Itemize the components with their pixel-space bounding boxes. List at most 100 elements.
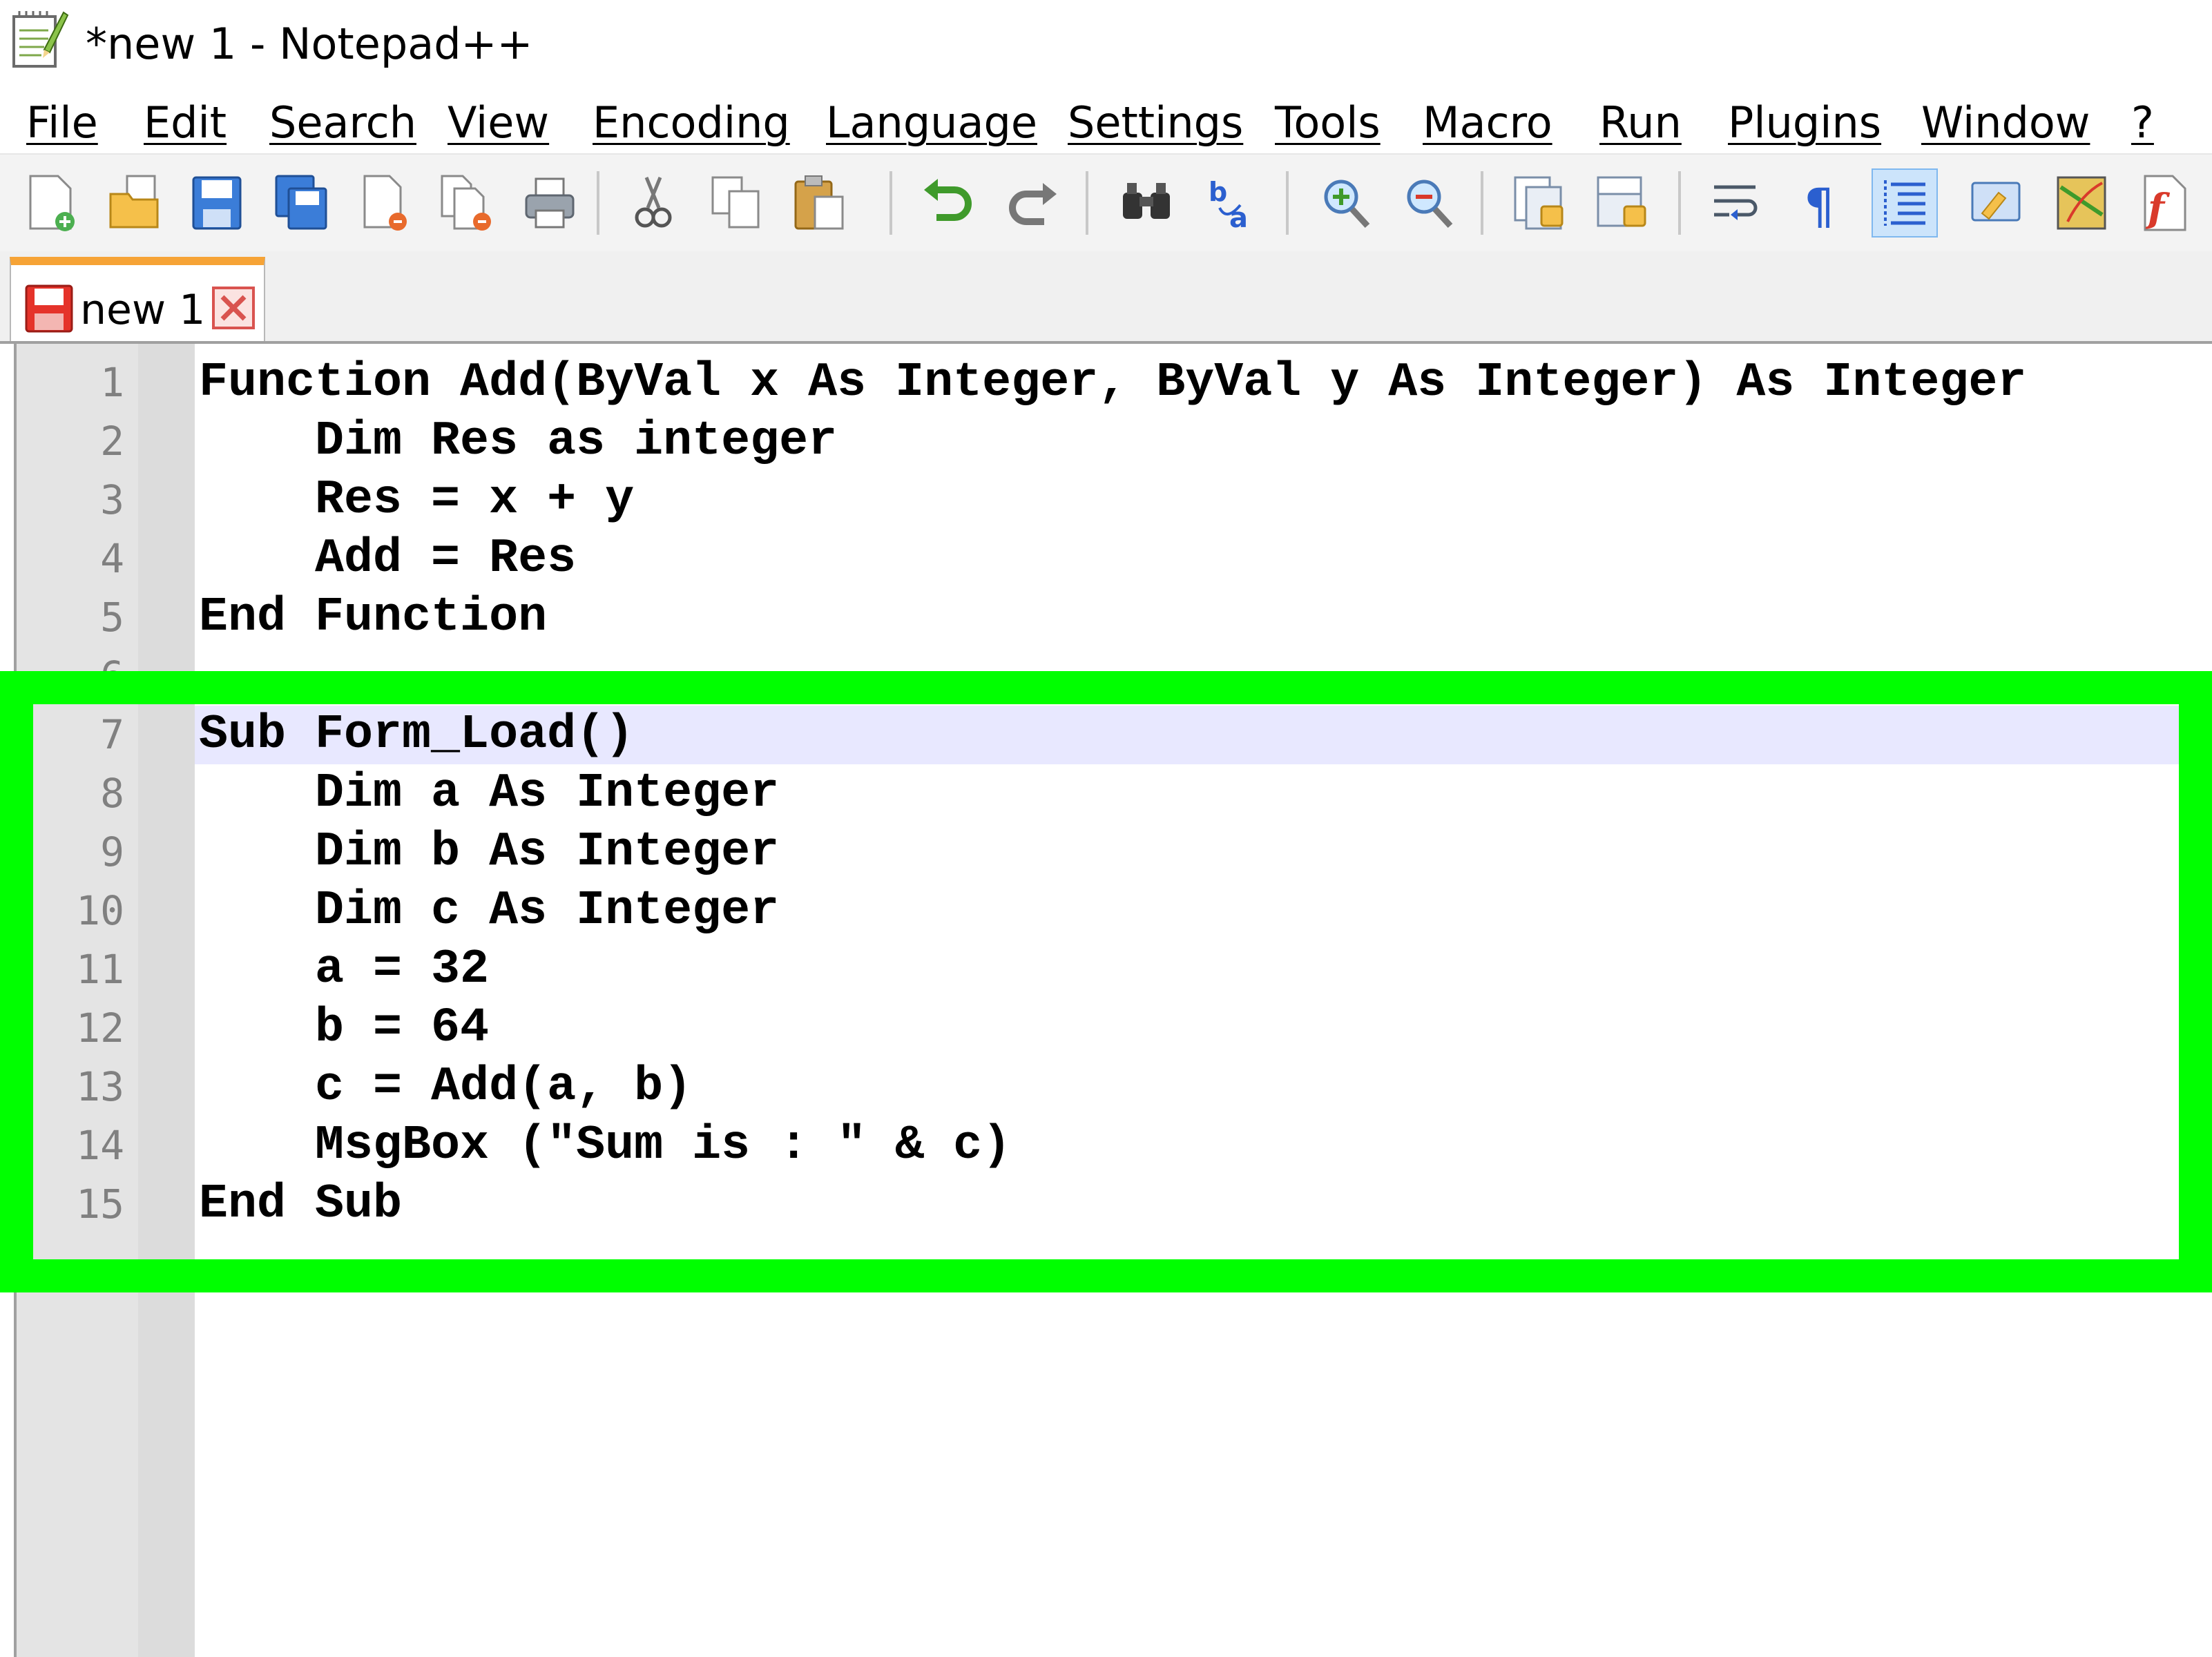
code-text: Res = x + y: [199, 473, 635, 527]
toolbar-separator: [1481, 171, 1483, 235]
line-number: 12: [76, 1005, 124, 1052]
user-defined-language-icon[interactable]: [1963, 168, 2029, 238]
code-editor[interactable]: 1 Function Add(ByVal x As Integer, ByVal …: [14, 344, 2212, 1657]
menu-edit[interactable]: Edit: [144, 97, 227, 149]
toolbar-separator: [889, 171, 892, 235]
line-number: 4: [100, 535, 124, 582]
save-icon[interactable]: [184, 168, 250, 238]
line-number: 8: [100, 770, 124, 817]
toolbar-separator: [597, 171, 599, 235]
menu-search[interactable]: Search: [269, 97, 416, 149]
code-text: Dim Res as integer: [199, 414, 838, 469]
code-text: Add = Res: [199, 532, 577, 586]
code-line[interactable]: 12 b = 64: [17, 999, 2212, 1058]
notepad-plus-plus-app-icon: [12, 11, 69, 68]
line-number: 14: [76, 1122, 124, 1169]
code-text: Dim c As Integer: [199, 884, 780, 938]
menu-plugins[interactable]: Plugins: [1728, 97, 1881, 149]
code-line[interactable]: 8 Dim a As Integer: [17, 764, 2212, 823]
code-text: b = 64: [199, 1001, 490, 1056]
line-number: 11: [76, 946, 124, 993]
toolbar-separator: [1086, 171, 1088, 235]
menu-window[interactable]: Window: [1921, 97, 2090, 149]
code-line[interactable]: 9 Dim b As Integer: [17, 823, 2212, 882]
function-list-icon[interactable]: f: [2131, 168, 2197, 238]
code-text: Dim a As Integer: [199, 766, 780, 821]
code-line[interactable]: 11 a = 32: [17, 940, 2212, 999]
sync-horizontal-icon[interactable]: [1588, 168, 1655, 238]
save-all-icon[interactable]: [268, 168, 334, 238]
menu-macro[interactable]: Macro: [1423, 97, 1552, 149]
code-text: Dim b As Integer: [199, 825, 780, 880]
code-text: End Function: [199, 590, 548, 645]
show-all-characters-icon[interactable]: ¶: [1789, 168, 1855, 238]
code-line[interactable]: 3 Res = x + y: [17, 471, 2212, 530]
code-text: a = 32: [199, 942, 490, 997]
code-line[interactable]: 14 MsgBox ("Sum is : " & c): [17, 1116, 2212, 1175]
line-number: 9: [100, 828, 124, 875]
code-line[interactable]: 2 Dim Res as integer: [17, 412, 2212, 471]
indent-guide-icon[interactable]: [1872, 168, 1938, 238]
find-icon[interactable]: [1113, 168, 1180, 238]
toolbar-separator: [1678, 171, 1681, 235]
paste-icon[interactable]: [786, 168, 852, 238]
code-text: End Sub: [199, 1177, 403, 1232]
code-line[interactable]: 15 End Sub: [17, 1175, 2212, 1234]
line-number: 5: [100, 594, 124, 641]
print-icon[interactable]: [517, 168, 583, 238]
code-text: MsgBox ("Sum is : " & c): [199, 1118, 1012, 1173]
line-number: 13: [76, 1063, 124, 1110]
open-file-icon[interactable]: [101, 168, 167, 238]
zoom-out-icon[interactable]: [1395, 168, 1461, 238]
toolbar: ba ¶ f: [0, 153, 2212, 253]
line-number: 1: [100, 359, 124, 406]
code-line[interactable]: 4 Add = Res: [17, 530, 2212, 588]
menu-tools[interactable]: Tools: [1275, 97, 1381, 149]
document-map-icon[interactable]: [2048, 168, 2115, 238]
menu-settings[interactable]: Settings: [1068, 97, 1243, 149]
word-wrap-icon[interactable]: [1704, 168, 1771, 238]
code-line[interactable]: 6: [17, 647, 2212, 706]
code-text: c = Add(a, b): [199, 1060, 693, 1114]
code-line[interactable]: 7 Sub Form_Load(): [100, 706, 2197, 764]
code-line[interactable]: 10 Dim c As Integer: [17, 882, 2212, 940]
code-line[interactable]: 1 Function Add(ByVal x As Integer, ByVal …: [17, 353, 2212, 412]
window-title: *new 1 - Notepad++: [86, 19, 533, 69]
menu-file[interactable]: File: [26, 97, 98, 149]
line-number: 3: [100, 476, 124, 523]
svg-text:b: b: [1209, 177, 1227, 207]
title-bar: *new 1 - Notepad++: [0, 0, 2212, 88]
unsaved-document-icon: [25, 284, 73, 333]
close-icon[interactable]: [351, 168, 417, 238]
menu-language[interactable]: Language: [826, 97, 1037, 149]
code-line[interactable]: 13 c = Add(a, b): [17, 1058, 2212, 1116]
sync-vertical-icon[interactable]: [1506, 168, 1572, 238]
svg-text:¶: ¶: [1804, 178, 1835, 233]
new-file-icon[interactable]: [18, 168, 84, 238]
menu-bar: File Edit Search View Encoding Language …: [0, 94, 2212, 152]
menu-view[interactable]: View: [448, 97, 549, 149]
close-all-icon[interactable]: [434, 168, 500, 238]
tab-new-1[interactable]: new 1: [10, 257, 265, 341]
tab-bar: new 1: [0, 251, 2212, 344]
line-number: 7: [100, 711, 124, 758]
menu-help[interactable]: ?: [2131, 97, 2154, 149]
menu-run[interactable]: Run: [1599, 97, 1682, 149]
cut-icon[interactable]: [620, 168, 686, 238]
zoom-in-icon[interactable]: [1312, 168, 1378, 238]
line-number: 6: [100, 652, 124, 699]
redo-icon[interactable]: [999, 168, 1065, 238]
tab-close-icon[interactable]: [211, 286, 256, 330]
code-text: Function Add(ByVal x As Integer, ByVal y…: [199, 356, 2027, 410]
tab-label: new 1: [80, 286, 206, 334]
line-number: 15: [76, 1181, 124, 1228]
code-line[interactable]: 5 End Function: [17, 588, 2212, 647]
code-text: Sub Form_Load(): [199, 708, 635, 762]
undo-icon[interactable]: [916, 168, 982, 238]
toolbar-separator: [1286, 171, 1289, 235]
copy-icon[interactable]: [703, 168, 769, 238]
line-number: 10: [76, 887, 124, 934]
line-number: 2: [100, 418, 124, 465]
menu-encoding[interactable]: Encoding: [593, 97, 790, 149]
replace-icon[interactable]: ba: [1200, 168, 1267, 238]
